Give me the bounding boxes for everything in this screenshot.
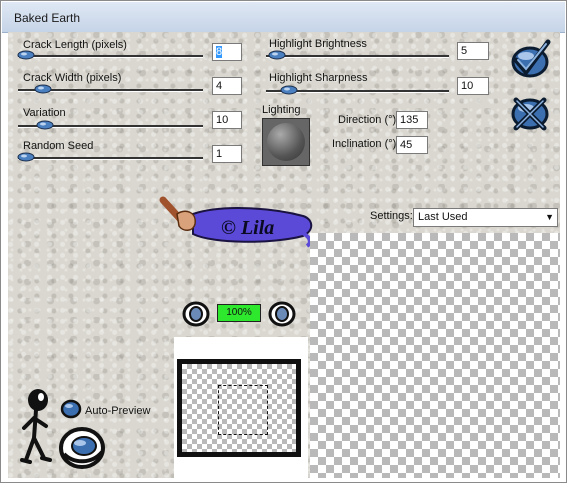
direction-field[interactable]: 135 [396, 111, 428, 129]
chevron-down-icon: ▼ [545, 212, 554, 222]
lighting-ball-control[interactable] [262, 118, 310, 166]
zoom-level: 100% [217, 304, 261, 322]
random-seed-field[interactable]: 1 [212, 145, 242, 163]
highlight-brightness-label: Highlight Brightness [269, 38, 367, 50]
navigator-panel [174, 337, 308, 478]
crack-length-slider-thumb[interactable] [17, 50, 35, 60]
window-title: Baked Earth [14, 11, 81, 25]
crack-length-label: Crack Length (pixels) [23, 39, 127, 51]
random-seed-label: Random Seed [23, 140, 94, 152]
preview-eye-icon[interactable] [58, 424, 106, 472]
preview-canvas[interactable] [310, 233, 560, 478]
lila-logo: © Lila [159, 196, 313, 248]
lighting-sphere [267, 123, 305, 161]
title-bar: Baked Earth [2, 2, 565, 33]
highlight-sharpness-label: Highlight Sharpness [269, 72, 368, 84]
plugin-window: Baked Earth Crack Length (pixels) 8 Crac… [0, 0, 567, 483]
zoom-out-icon[interactable] [182, 300, 210, 328]
cancel-x-icon[interactable] [508, 92, 552, 136]
lighting-label: Lighting [262, 104, 301, 116]
navigator-viewport-frame[interactable] [218, 385, 268, 435]
auto-preview-label: Auto-Preview [85, 405, 151, 417]
variation-field[interactable]: 10 [212, 111, 242, 129]
random-seed-slider-thumb[interactable] [17, 152, 35, 162]
inclination-label: Inclination (°) [332, 138, 397, 150]
settings-label: Settings: [370, 210, 413, 222]
direction-label: Direction (°) [338, 114, 397, 126]
highlight-brightness-slider-thumb[interactable] [268, 50, 286, 60]
highlight-brightness-field[interactable]: 5 [457, 42, 489, 60]
inclination-field[interactable]: 45 [396, 136, 428, 154]
crack-length-slider-track[interactable] [18, 55, 203, 58]
navigator-thumbnail[interactable] [177, 359, 301, 457]
variation-slider-thumb[interactable] [36, 120, 54, 130]
dialog-client-area: Crack Length (pixels) 8 Crack Width (pix… [8, 32, 560, 478]
crack-width-label: Crack Width (pixels) [23, 72, 122, 84]
checkmark-icon[interactable] [508, 38, 552, 82]
auto-preview-toggle[interactable] [60, 398, 82, 420]
settings-value: Last Used [418, 211, 468, 223]
crack-width-field[interactable]: 4 [212, 77, 242, 95]
crack-width-slider-thumb[interactable] [34, 84, 52, 94]
logo-text: © Lila [221, 217, 274, 239]
highlight-sharpness-slider-thumb[interactable] [280, 85, 298, 95]
settings-dropdown[interactable]: Last Used ▼ [413, 208, 558, 227]
crack-length-field[interactable]: 8 [212, 43, 242, 61]
mascot-figure-icon [20, 389, 52, 464]
highlight-brightness-slider-track[interactable] [266, 55, 449, 58]
zoom-in-icon[interactable] [268, 300, 296, 328]
highlight-sharpness-field[interactable]: 10 [457, 77, 489, 95]
random-seed-slider-track[interactable] [18, 157, 203, 160]
variation-label: Variation [23, 107, 66, 119]
